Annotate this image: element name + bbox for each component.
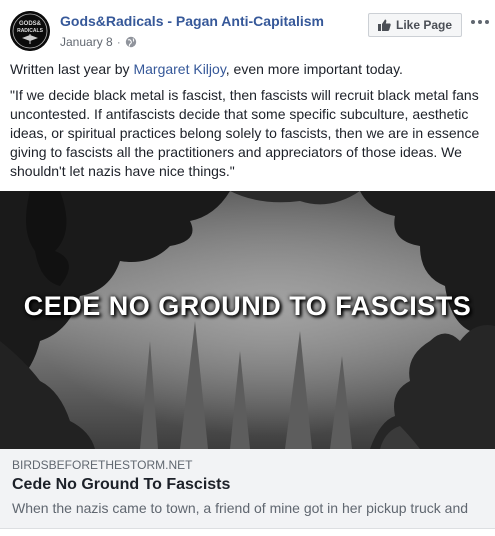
link-preview-image[interactable]: CEDE NO GROUND TO FASCISTS [0, 191, 495, 449]
page-avatar[interactable]: GODS& RADICALS [10, 11, 50, 51]
image-headline: CEDE NO GROUND TO FASCISTS [23, 291, 472, 321]
post-intro: Written last year by Margaret Kiljoy, ev… [10, 60, 486, 79]
avatar-text-bottom: RADICALS [17, 28, 43, 34]
preview-title[interactable]: Cede No Ground To Fascists [12, 476, 230, 494]
facebook-post: GODS& RADICALS Gods&Radicals - Pagan Ant… [0, 0, 495, 536]
like-page-label: Like Page [395, 18, 453, 32]
preview-description: When the nazis came to town, a friend of… [12, 500, 469, 516]
more-icon[interactable] [470, 16, 490, 28]
author-link[interactable]: Margaret Kiljoy [133, 61, 225, 77]
globe-icon[interactable] [125, 36, 137, 48]
thumbs-up-icon [377, 19, 391, 31]
like-page-button[interactable]: Like Page [368, 13, 462, 37]
avatar-text-top: GODS& [19, 21, 42, 27]
post-date[interactable]: January 8 [60, 35, 113, 49]
post-text: Written last year by Margaret Kiljoy, ev… [10, 60, 486, 188]
intro-after: , even more important today. [225, 61, 403, 77]
post-meta: January 8 · [60, 35, 137, 49]
intro-before: Written last year by [10, 61, 134, 77]
meta-separator: · [116, 35, 121, 49]
preview-domain: BIRDSBEFORETHESTORM.NET [12, 458, 193, 472]
link-preview-card[interactable]: BIRDSBEFORETHESTORM.NET Cede No Ground T… [0, 449, 495, 529]
post-quote: "If we decide black metal is fascist, th… [10, 87, 480, 179]
page-name-link[interactable]: Gods&Radicals - Pagan Anti-Capitalism [60, 13, 324, 29]
